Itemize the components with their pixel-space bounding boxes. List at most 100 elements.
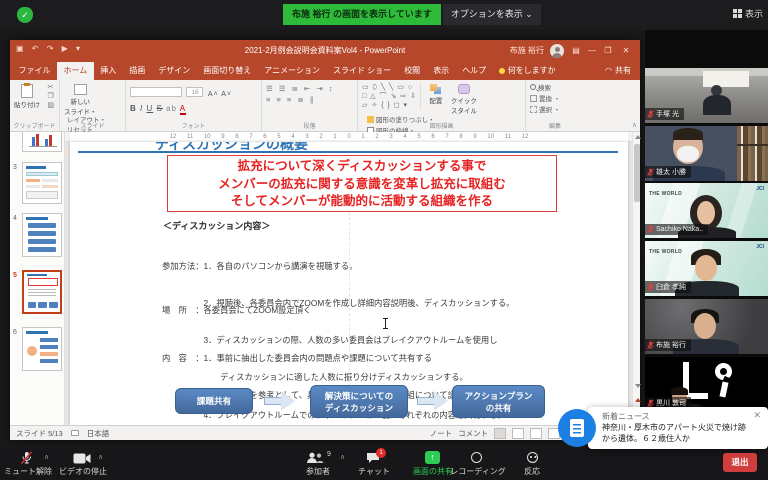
notes-toggle[interactable]: ノート bbox=[430, 428, 453, 439]
previous-slide-icon[interactable] bbox=[635, 398, 641, 402]
bold-button[interactable]: B bbox=[130, 104, 137, 113]
shape-gallery[interactable]: ▭ ⬯ ╲ ╲ ▭ ○□ △ ⌒ ⇘ ⇨ ⇩▱ ✧ { } ◻ ▾ bbox=[362, 83, 421, 110]
thumbnail-slide-3[interactable] bbox=[22, 162, 62, 204]
new-slide-button[interactable]: 新しい スライド・ bbox=[64, 83, 97, 116]
normal-view-icon[interactable] bbox=[494, 428, 506, 439]
notification-close-icon[interactable]: ✕ bbox=[753, 410, 761, 421]
grow-shrink-font[interactable]: A˄ A˅ bbox=[208, 91, 232, 98]
replace-button[interactable]: 置換 ・ bbox=[530, 94, 580, 105]
search-icon bbox=[530, 84, 536, 90]
font-size-box[interactable]: 16 bbox=[186, 87, 203, 97]
person-silhouette bbox=[695, 255, 717, 281]
italic-button[interactable]: I bbox=[140, 104, 143, 113]
mic-options-caret[interactable]: ∧ bbox=[44, 453, 49, 461]
tab-animations[interactable]: アニメーション bbox=[258, 62, 327, 80]
flow-arrow bbox=[264, 391, 296, 411]
tab-slideshow[interactable]: スライド ショー bbox=[326, 62, 397, 80]
text-shadow-button[interactable]: ab bbox=[166, 104, 177, 113]
select-button[interactable]: 選択 ・ bbox=[530, 105, 580, 116]
comments-toggle[interactable]: コメント bbox=[458, 428, 488, 439]
ruler-scale: 12 11 10 9 8 7 6 5 4 3 2 1 0 1 2 3 4 5 6… bbox=[70, 132, 628, 142]
person-icon: ◠ bbox=[605, 62, 612, 80]
ribbon-display-options-icon[interactable]: ▤ bbox=[568, 40, 584, 62]
scroll-up-icon[interactable] bbox=[635, 135, 641, 139]
ppt-share-button[interactable]: ◠ 共有 bbox=[605, 62, 640, 80]
video-tile-sachiko[interactable]: THE WORLD JCI Sachiko Naka.. bbox=[645, 183, 768, 238]
font-color-button[interactable]: A bbox=[180, 104, 186, 115]
tab-home[interactable]: ホーム bbox=[57, 62, 94, 80]
news-notification-popup[interactable]: 新着ニュース 神奈川・厚木市のアパート火災で焼け跡から遺体。６２歳住人か ✕ bbox=[588, 407, 768, 449]
ppt-title-bar: ▣ ↶ ↷ ▶ ▾ 2021-2月例会説明会資料案Vol4 - PowerPoi… bbox=[10, 40, 640, 62]
flow-box-action-plan[interactable]: アクションプラン の共有 bbox=[452, 385, 545, 418]
find-button[interactable]: 検索 bbox=[530, 83, 580, 94]
thumbnail-slide-4[interactable] bbox=[22, 213, 62, 257]
thumbnail-slide-2[interactable] bbox=[22, 132, 62, 152]
tab-transitions[interactable]: 画面切り替え bbox=[197, 62, 258, 80]
news-app-icon bbox=[558, 409, 596, 447]
record-icon bbox=[471, 452, 482, 463]
tell-me-search[interactable]: 何をしますか bbox=[508, 62, 556, 80]
participants-caret[interactable]: ∧ bbox=[340, 453, 345, 461]
chat-badge: 1 bbox=[376, 448, 386, 458]
place-text[interactable]: 場 所 ：各委員会にてZOOM設定頂く bbox=[162, 304, 311, 316]
zoom-meeting-screen: ✓ 布施 裕行 の画面を表示しています オプションを表示 ⌄ 表示 ▣ ↶ ↷ … bbox=[0, 0, 768, 480]
slide-canvas[interactable]: ディスカッションの概要 拡充について深くディスカッションする事で メンバーの拡充… bbox=[70, 142, 628, 425]
flow-box-issue-sharing[interactable]: 課題共有 bbox=[175, 388, 253, 414]
thumbnail-number: 6 bbox=[13, 329, 17, 336]
video-tile-tezuka[interactable]: 手塚 光 bbox=[645, 68, 768, 123]
underline-button[interactable]: U bbox=[146, 104, 153, 113]
restore-button[interactable]: ❐ bbox=[600, 40, 616, 62]
cut-copy-painter[interactable]: ✂❐▨ bbox=[47, 83, 54, 110]
font-name-box[interactable] bbox=[130, 87, 182, 97]
video-tile-kurokawa[interactable]: 黒川 敦司 bbox=[645, 357, 768, 412]
paste-button[interactable]: 貼り付け bbox=[14, 83, 40, 109]
close-button[interactable]: ✕ bbox=[618, 40, 634, 62]
user-avatar[interactable] bbox=[550, 44, 564, 58]
minimize-button[interactable]: — bbox=[584, 40, 600, 62]
grid-view-icon bbox=[733, 9, 742, 18]
mic-muted-icon bbox=[20, 451, 33, 465]
group-drawing: ▭ ⬯ ╲ ╲ ▭ ○□ △ ⌒ ⇘ ⇨ ⇩▱ ✧ { } ◻ ▾ 配置 クイッ… bbox=[358, 80, 526, 131]
tab-design[interactable]: デザイン bbox=[152, 62, 197, 80]
thumbnail-number-selected: 5 bbox=[13, 272, 17, 279]
camera-icon bbox=[73, 453, 91, 464]
quick-styles-button[interactable]: クイック スタイル bbox=[451, 83, 477, 115]
scroll-thumb[interactable] bbox=[634, 144, 640, 202]
slide-scrollbar[interactable] bbox=[632, 132, 640, 425]
proofing-icon[interactable] bbox=[71, 430, 79, 436]
view-options-button[interactable]: オプションを表示 ⌄ bbox=[443, 4, 541, 25]
participant-name-chip: 雄太 小勝 bbox=[645, 166, 691, 178]
reading-view-icon[interactable] bbox=[530, 428, 542, 439]
scroll-down-icon[interactable] bbox=[635, 384, 641, 388]
headline-textbox[interactable]: 拡充について深くディスカッションする事で メンバーの拡充に関する意識を変革し拡充… bbox=[167, 155, 557, 212]
list-indent-buttons[interactable]: ☰ ☰ ≣ ⇤ ⇥ ↕ bbox=[266, 83, 353, 94]
muted-mic-icon bbox=[647, 341, 654, 350]
leave-meeting-button[interactable]: 退出 bbox=[723, 453, 757, 472]
arrange-button[interactable]: 配置 bbox=[429, 83, 442, 105]
flow-box-discussion[interactable]: 解決策についての ディスカッション bbox=[310, 385, 408, 418]
video-tile-usukura[interactable]: THE WORLD JCI 臼倉 孝純 bbox=[645, 241, 768, 296]
video-tile-ogatsu[interactable]: 雄太 小勝 bbox=[645, 126, 768, 181]
jci-logo: JCI bbox=[756, 186, 764, 192]
tab-file[interactable]: ファイル bbox=[12, 62, 57, 80]
tab-view[interactable]: 表示 bbox=[427, 62, 456, 80]
section-heading[interactable]: ＜ディスカッション内容＞ bbox=[163, 219, 270, 232]
video-tile-fuse-active-speaker[interactable]: 布施 裕行 bbox=[645, 299, 768, 354]
tab-review[interactable]: 校閲 bbox=[398, 62, 427, 80]
language-indicator[interactable]: 日本語 bbox=[87, 428, 110, 439]
alignment-buttons[interactable]: ≡ ≡ ≡ ≣ ∥ bbox=[266, 94, 353, 105]
view-button[interactable]: 表示 bbox=[733, 7, 763, 20]
encryption-shield-icon[interactable]: ✓ bbox=[17, 7, 33, 23]
strike-button[interactable]: S bbox=[157, 104, 163, 113]
participant-name-chip: Sachiko Naka.. bbox=[645, 224, 708, 235]
video-options-caret[interactable]: ∧ bbox=[98, 453, 103, 461]
thumbnail-slide-5-current[interactable] bbox=[22, 270, 62, 314]
group-slides: 新しい スライド・ レイアウト・ リセット セクション・ スライド bbox=[60, 80, 126, 131]
tab-insert[interactable]: 挿入 bbox=[94, 62, 123, 80]
thumbnail-slide-6[interactable] bbox=[22, 327, 62, 371]
collapse-ribbon-icon[interactable]: ∧ bbox=[632, 121, 637, 129]
slide-sorter-icon[interactable] bbox=[512, 428, 524, 439]
group-editing: 検索 置換 ・ 選択 ・ 編集 bbox=[526, 80, 584, 131]
tab-draw[interactable]: 描画 bbox=[123, 62, 152, 80]
tab-help[interactable]: ヘルプ bbox=[456, 62, 493, 80]
